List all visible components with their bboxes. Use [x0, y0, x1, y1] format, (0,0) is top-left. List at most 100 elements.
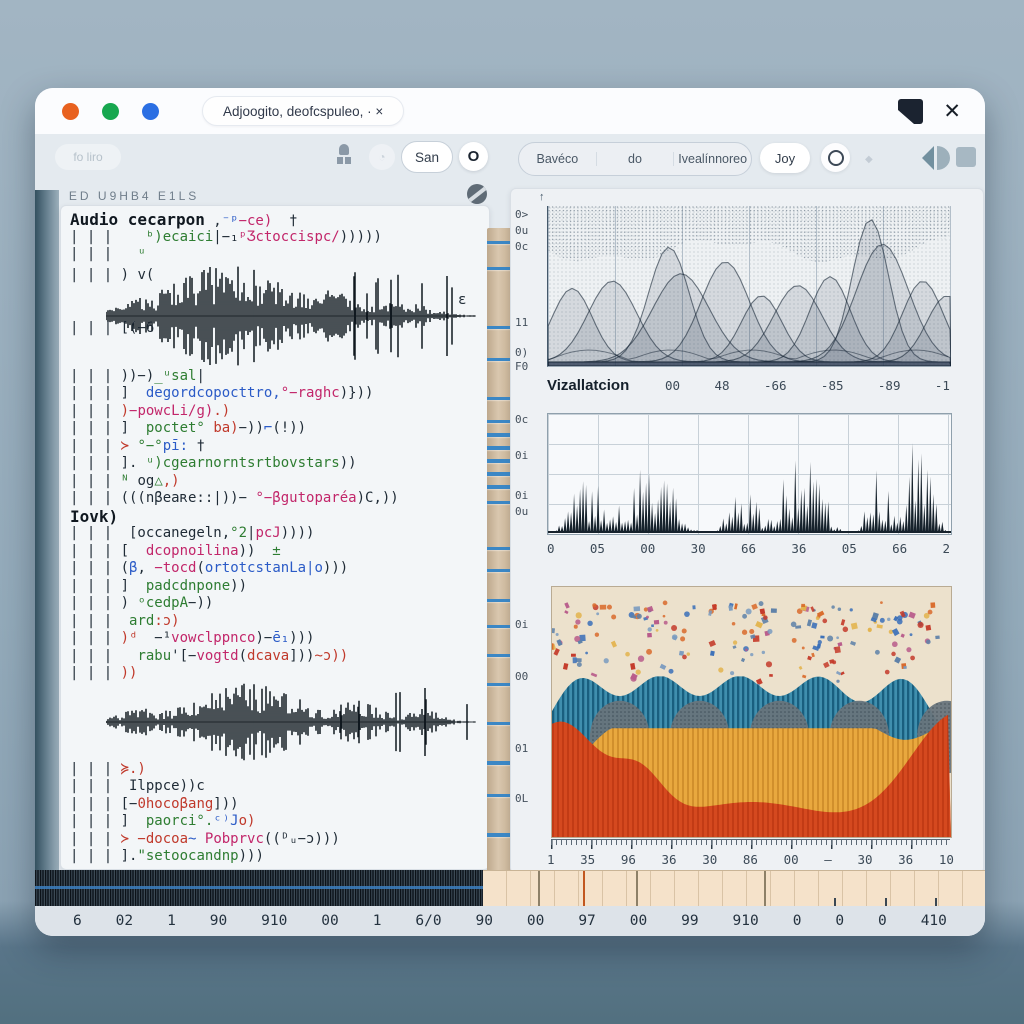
code-line: | | | ))−)_ᵘsal|	[70, 368, 489, 386]
code-token: vowclppnco	[171, 630, 255, 646]
timeline-grid-strip[interactable]	[483, 870, 985, 907]
timeline-waveform-strip[interactable]	[35, 870, 483, 906]
tick-label: 36	[898, 852, 913, 867]
code-token: ᴺ	[121, 473, 129, 489]
minimap-mark	[487, 761, 512, 765]
segment-ivealinnoreo[interactable]: Ivealínnoreo	[673, 152, 751, 166]
person-icon[interactable]	[335, 144, 353, 170]
code-token: ]))	[289, 648, 314, 664]
traffic-light-close[interactable]	[62, 103, 79, 120]
minimap-mark	[487, 433, 512, 437]
code-token: | | |	[70, 831, 121, 847]
ruler-number: 6	[73, 913, 82, 929]
code-token: ±	[272, 543, 280, 559]
faded-circle-icon[interactable]: ◔	[369, 144, 395, 170]
breadcrumb[interactable]: ▼ ED U9HB4 E1LS	[51, 186, 199, 206]
y-axis-label: 0)	[515, 346, 528, 359]
diamond-icon: ◆	[865, 154, 873, 165]
tick-label: 05	[590, 541, 605, 556]
code-token: †	[188, 438, 205, 454]
code-token: ))	[230, 578, 247, 594]
code-token: | | | (	[70, 560, 129, 576]
code-token: ⁻ᵖ	[222, 213, 239, 229]
minimap-mark	[487, 501, 512, 504]
play-icon[interactable]	[922, 146, 950, 170]
search-button[interactable]: O	[459, 142, 488, 171]
code-line: | | | ᵇ)ecaici|−₁ᵖƷctoccispc/)))))	[70, 229, 489, 247]
code-line: | | | ] padcdnpone))	[70, 578, 489, 596]
code-token: poctet°	[146, 420, 205, 436]
stop-icon[interactable]	[956, 147, 976, 167]
code-token: −¹	[137, 630, 171, 646]
code-token: | | | (((nβeaʀe::|))−	[70, 490, 255, 506]
minimap-mark	[487, 485, 512, 489]
ruler-number: 0	[835, 913, 844, 929]
code-token: og	[129, 473, 154, 489]
ruler-number: 99	[681, 913, 698, 929]
san-button[interactable]: San	[401, 141, 453, 173]
tick-label: 10	[939, 852, 954, 867]
code-token: | | |	[70, 613, 129, 629]
code-token: (!))	[272, 420, 306, 436]
tick-label: 1	[547, 852, 555, 867]
code-token: ᵘ	[137, 246, 145, 262]
code-token: .)	[213, 403, 230, 419]
minimap-mark	[487, 683, 512, 686]
tick-label: 30	[857, 852, 872, 867]
code-line: | | | (β, −tocd(ortotcstanLa|o)))	[70, 560, 489, 578]
code-token: ≻	[121, 438, 138, 454]
document-tab[interactable]: Adjoogito, deofcspuleo, · ×	[202, 96, 404, 126]
ruler-number: 0	[878, 913, 887, 929]
code-area[interactable]: Audio cecarpon ,⁻ᵖ−ce) †| | | ᵇ)ecaici|−…	[61, 206, 489, 866]
tick-label: 36	[662, 852, 677, 867]
code-token: | | |	[70, 320, 121, 336]
close-icon[interactable]: ✕	[943, 101, 961, 122]
y-axis-label: 00	[515, 670, 528, 683]
minimap-mark	[487, 420, 512, 423]
code-line: | | | ]. ᵘ)cgearnorntsrtbovstars))	[70, 455, 489, 473]
tick-label: 00	[784, 852, 799, 867]
code-token: | | | ]	[70, 813, 146, 829]
code-token: | | | ]	[70, 578, 146, 594]
traffic-light-minimize[interactable]	[102, 103, 119, 120]
tick-label: 30	[691, 541, 706, 556]
chart3-spectral-plot	[551, 586, 952, 838]
code-token: )	[121, 403, 129, 419]
segment-bavéco[interactable]: Bavéco	[519, 152, 596, 166]
code-token: °−°	[137, 438, 162, 454]
code-token: | | |	[70, 246, 137, 262]
code-token: ē₁	[272, 630, 289, 646]
app-logo-icon	[898, 99, 923, 124]
code-token: | | | Ilppce))c	[70, 778, 205, 794]
code-token: °−raghc	[281, 385, 340, 401]
minimap-mark	[487, 599, 512, 602]
code-line: | | | rabu'[−vogtd(dcava]))~ɔ))	[70, 648, 489, 666]
left-faint-pill[interactable]: fo liro	[55, 144, 121, 170]
code-line: | | | ) v(	[70, 267, 154, 285]
minimap-mark	[487, 547, 512, 550]
minimap-mark	[487, 569, 512, 572]
code-editor[interactable]: Audio cecarpon ,⁻ᵖ−ce) †| | | ᵇ)ecaici|−…	[60, 205, 490, 870]
y-axis-label: 0c	[515, 413, 528, 426]
code-token: Pobprvc	[205, 831, 264, 847]
search-icon[interactable]	[821, 143, 850, 172]
code-line: | | | ≻ °−°pī: †	[70, 438, 489, 456]
minimap-mark	[487, 397, 512, 400]
segment-do[interactable]: do	[596, 152, 674, 166]
joy-button[interactable]: Joy	[760, 143, 810, 173]
code-line: | | | [−0hocoβang]))	[70, 796, 489, 814]
left-gutter-bar[interactable]	[35, 190, 59, 872]
code-token: | | | ]	[70, 385, 146, 401]
timeline-gridline	[636, 871, 638, 907]
minimap-scroll-strip[interactable]	[487, 228, 512, 878]
code-line: | | | )−powcLi/g).)	[70, 403, 489, 421]
code-token: | | |	[70, 630, 121, 646]
code-token: Audio cecarpon	[70, 210, 205, 229]
code-token: ))	[239, 543, 273, 559]
y-axis-label: 01	[515, 742, 528, 755]
timeline-ruler[interactable]: 6021909100016/09000970099910000410	[35, 906, 985, 936]
traffic-light-zoom[interactable]	[142, 103, 159, 120]
y-axis-label: 0L	[515, 792, 528, 805]
ruler-number: 0	[793, 913, 802, 929]
code-token: "setoocandnp	[137, 848, 238, 864]
